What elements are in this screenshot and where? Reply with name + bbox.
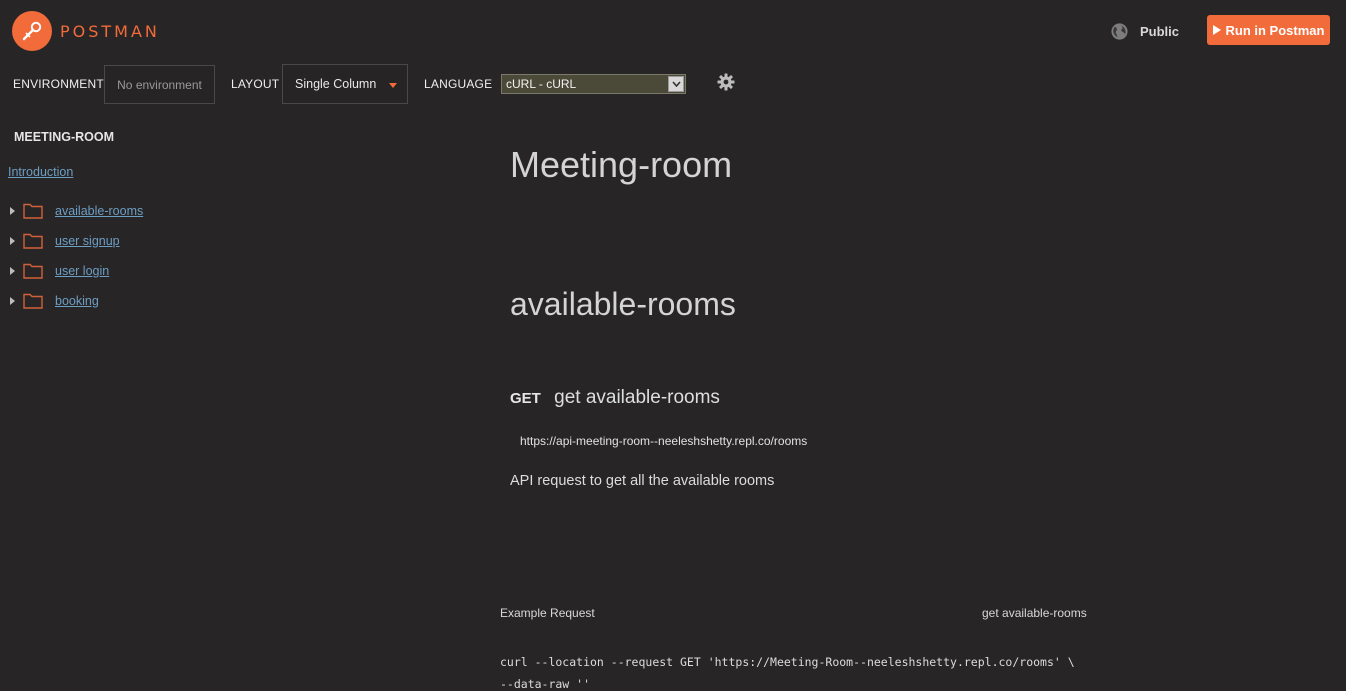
- caret-right-icon[interactable]: [10, 267, 15, 275]
- example-name[interactable]: get available-rooms: [982, 606, 1087, 620]
- sidebar-folder-user-signup[interactable]: user signup: [0, 231, 300, 253]
- section-title: available-rooms: [510, 286, 736, 322]
- environment-label: ENVIRONMENT: [13, 77, 104, 91]
- code-line: --data-raw '': [500, 677, 591, 691]
- request-heading: GET get available-rooms: [510, 387, 720, 409]
- caret-right-icon[interactable]: [10, 297, 15, 305]
- language-value: cURL - cURL: [506, 77, 577, 91]
- postman-logo[interactable]: POSTMAN: [12, 11, 160, 51]
- top-bar: POSTMAN Public Run in Postman: [0, 0, 1346, 62]
- chevron-down-icon: [389, 83, 397, 88]
- language-label: LANGUAGE: [424, 77, 493, 91]
- sidebar-folder-user-login[interactable]: user login: [0, 261, 300, 283]
- introduction-link[interactable]: Introduction: [8, 165, 73, 179]
- request-description: API request to get all the available roo…: [510, 473, 775, 489]
- request-url: https://api-meeting-room--neeleshshetty.…: [520, 434, 808, 448]
- gear-icon[interactable]: [717, 73, 735, 91]
- request-method: GET: [510, 390, 541, 407]
- folder-label: user signup: [55, 234, 120, 248]
- folder-label: available-rooms: [55, 204, 144, 218]
- page-title: Meeting-room: [510, 144, 733, 185]
- caret-right-icon[interactable]: [10, 207, 15, 215]
- sidebar-folder-booking[interactable]: booking: [0, 291, 300, 313]
- request-name: get available-rooms: [554, 387, 720, 408]
- layout-label: LAYOUT: [231, 77, 280, 91]
- layout-select[interactable]: Single Column: [282, 64, 408, 104]
- folder-icon: [23, 293, 43, 309]
- folder-icon: [23, 263, 43, 279]
- run-in-postman-button[interactable]: Run in Postman: [1207, 15, 1330, 45]
- sidebar-folder-available-rooms[interactable]: available-rooms: [0, 201, 300, 223]
- brand-name: POSTMAN: [60, 21, 160, 41]
- layout-value: Single Column: [295, 77, 377, 91]
- code-line: curl --location --request GET 'https://M…: [500, 655, 1075, 669]
- folder-label: booking: [55, 294, 99, 308]
- visibility-label: Public: [1140, 24, 1180, 39]
- controls-bar: ENVIRONMENT No environment LAYOUT Single…: [0, 64, 1346, 104]
- chevron-down-icon: [668, 76, 684, 92]
- example-request-label: Example Request: [500, 606, 595, 620]
- globe-icon: [1110, 22, 1129, 41]
- folder-icon: [23, 203, 43, 219]
- environment-select[interactable]: No environment: [104, 65, 215, 104]
- play-icon: [1212, 25, 1221, 35]
- folder-label: user login: [55, 264, 110, 278]
- run-button-label: Run in Postman: [1225, 22, 1325, 38]
- language-select[interactable]: cURL - cURL: [501, 74, 686, 94]
- caret-right-icon[interactable]: [10, 237, 15, 245]
- visibility-indicator: Public: [1110, 22, 1179, 41]
- collection-title: MEETING-ROOM: [14, 130, 114, 144]
- postman-rocket-icon: [12, 11, 52, 51]
- folder-icon: [23, 233, 43, 249]
- environment-value: No environment: [117, 77, 202, 92]
